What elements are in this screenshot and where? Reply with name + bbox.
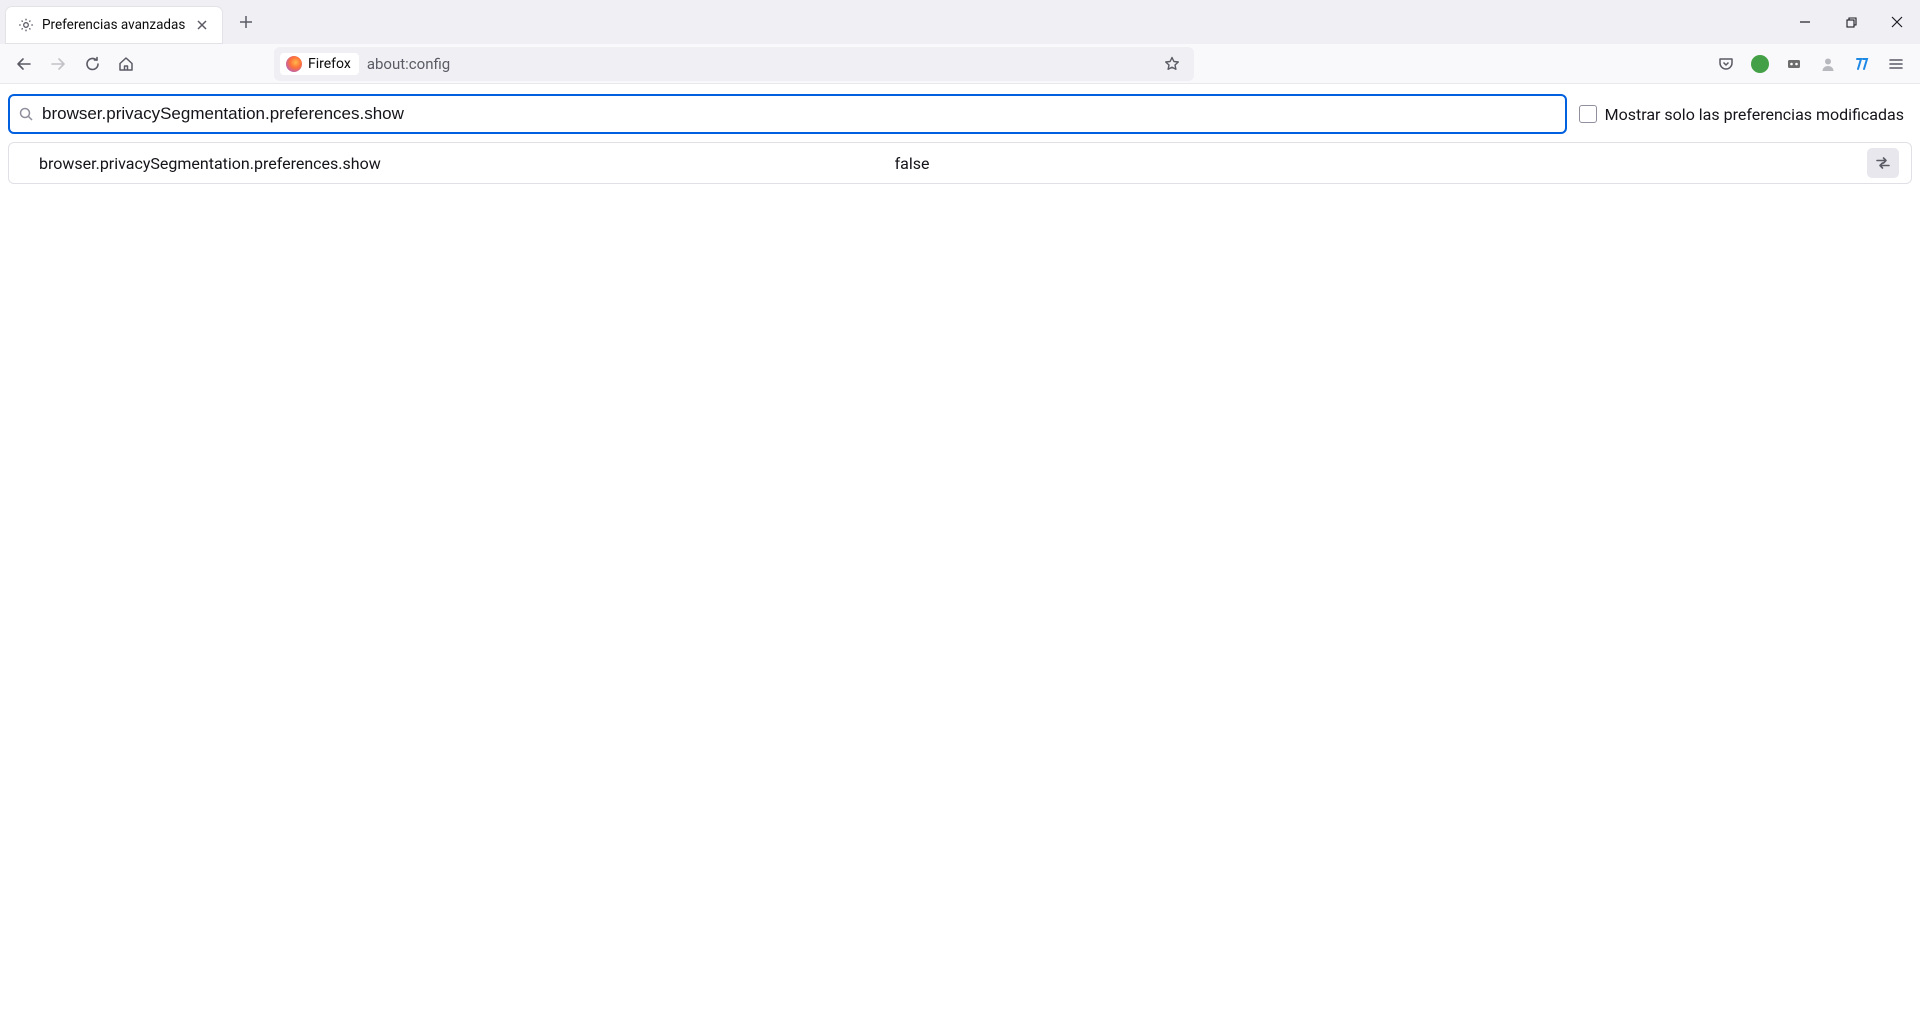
pref-value: false: [895, 154, 1867, 173]
gear-icon: [18, 17, 34, 33]
tab-title: Preferencias avanzadas: [42, 17, 192, 33]
reload-button[interactable]: [76, 48, 108, 80]
pref-search-box[interactable]: [8, 94, 1567, 134]
extension-icon[interactable]: [1744, 48, 1776, 80]
pref-name: browser.privacySegmentation.preferences.…: [39, 154, 895, 173]
nav-toolbar: Firefox about:config: [0, 44, 1920, 84]
show-modified-only-label: Mostrar solo las preferencias modificada…: [1605, 105, 1904, 124]
browser-tab[interactable]: Preferencias avanzadas: [6, 7, 222, 43]
search-icon: [18, 106, 34, 122]
show-modified-only[interactable]: Mostrar solo las preferencias modificada…: [1579, 105, 1912, 124]
aboutconfig-content: Mostrar solo las preferencias modificada…: [0, 84, 1920, 194]
bookmark-star-button[interactable]: [1156, 48, 1188, 80]
pref-table: browser.privacySegmentation.preferences.…: [8, 142, 1912, 184]
identity-box[interactable]: Firefox: [280, 53, 359, 75]
pref-toggle-button[interactable]: [1867, 148, 1899, 178]
back-button[interactable]: [8, 48, 40, 80]
new-tab-button[interactable]: [230, 6, 262, 38]
pref-search-input[interactable]: [42, 104, 1557, 124]
window-minimize-button[interactable]: [1782, 2, 1828, 42]
identity-label: Firefox: [308, 56, 351, 72]
app-menu-button[interactable]: [1880, 48, 1912, 80]
url-text: about:config: [367, 55, 450, 73]
window-close-button[interactable]: [1874, 2, 1920, 42]
firefox-icon: [286, 56, 302, 72]
tab-close-button[interactable]: [192, 15, 212, 35]
window-maximize-button[interactable]: [1828, 2, 1874, 42]
extension-icon[interactable]: [1846, 48, 1878, 80]
checkbox-icon[interactable]: [1579, 105, 1597, 123]
pocket-button[interactable]: [1710, 48, 1742, 80]
home-button[interactable]: [110, 48, 142, 80]
tab-bar: Preferencias avanzadas: [0, 0, 1920, 44]
extension-icon[interactable]: [1778, 48, 1810, 80]
account-button[interactable]: [1812, 48, 1844, 80]
pref-row[interactable]: browser.privacySegmentation.preferences.…: [9, 143, 1911, 183]
forward-button[interactable]: [42, 48, 74, 80]
window-controls: [1782, 0, 1920, 44]
url-bar[interactable]: Firefox about:config: [274, 47, 1194, 81]
